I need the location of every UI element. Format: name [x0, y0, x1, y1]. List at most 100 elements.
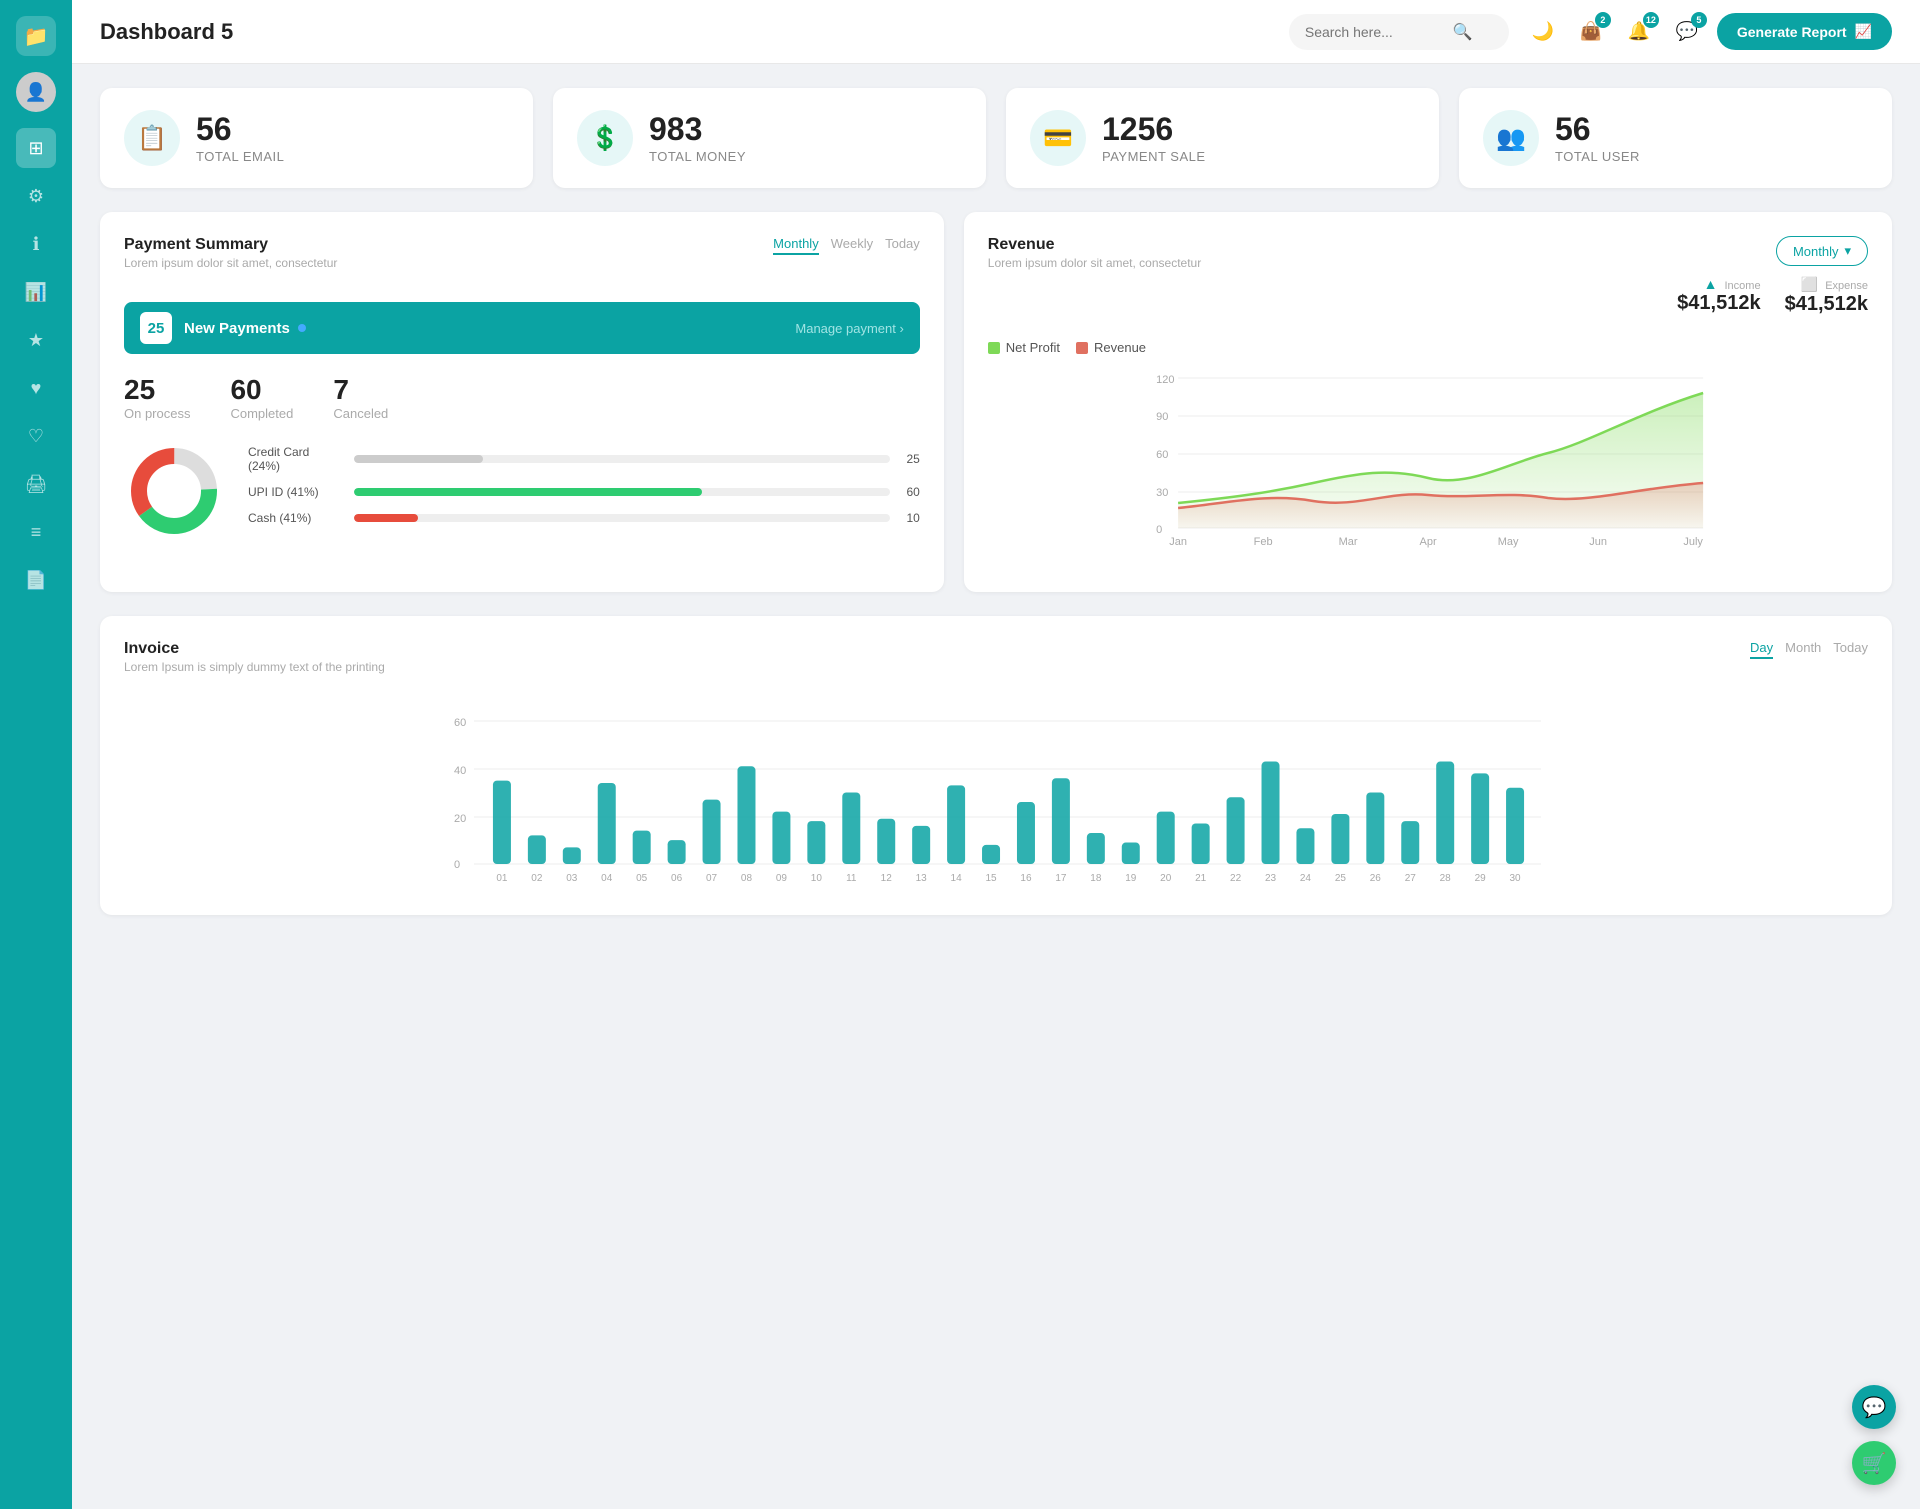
- moon-icon-btn[interactable]: 🌙: [1525, 14, 1561, 50]
- svg-text:Jun: Jun: [1589, 536, 1607, 548]
- total-user-label: TOTAL USER: [1555, 149, 1640, 164]
- manage-payment-link[interactable]: Manage payment ›: [795, 321, 903, 336]
- svg-text:28: 28: [1440, 873, 1452, 884]
- bar-chart-icon: 📈: [1855, 23, 1872, 40]
- sidebar: 📁 👤 ⊞ ⚙ ℹ 📊 ★ ♥ ♡ 🖨 ≡ 📄: [0, 0, 72, 1509]
- svg-text:15: 15: [985, 873, 997, 884]
- sidebar-item-chart[interactable]: 📊: [16, 272, 56, 312]
- svg-text:18: 18: [1090, 873, 1102, 884]
- stat-cards-grid: 📋 56 TOTAL EMAIL 💲 983 TOTAL MONEY 💳 125…: [100, 88, 1892, 188]
- support-fab[interactable]: 💬: [1852, 1385, 1896, 1429]
- sidebar-item-dashboard[interactable]: ⊞: [16, 128, 56, 168]
- stat-card-email: 📋 56 TOTAL EMAIL: [100, 88, 533, 188]
- expense-icon: ⬜: [1801, 276, 1818, 292]
- svg-text:20: 20: [454, 813, 466, 825]
- sidebar-item-heart1[interactable]: ♥: [16, 368, 56, 408]
- progress-row-cash: Cash (41%) 10: [248, 511, 920, 525]
- cart-fab[interactable]: 🛒: [1852, 1441, 1896, 1485]
- tab-today[interactable]: Today: [885, 236, 920, 255]
- canceled-label: Canceled: [333, 406, 388, 421]
- total-user-value: 56: [1555, 112, 1640, 147]
- invoice-tab-day[interactable]: Day: [1750, 640, 1773, 659]
- tab-monthly[interactable]: Monthly: [773, 236, 819, 255]
- invoice-tab-month[interactable]: Month: [1785, 640, 1821, 659]
- svg-text:06: 06: [671, 873, 683, 884]
- search-input[interactable]: [1305, 24, 1445, 40]
- expense-value: $41,512k: [1785, 293, 1868, 316]
- svg-text:90: 90: [1156, 411, 1168, 423]
- svg-text:30: 30: [1510, 873, 1522, 884]
- upi-val: 60: [900, 485, 920, 499]
- income-value: $41,512k: [1677, 292, 1760, 315]
- header-icons: 🌙 👜 2 🔔 12 💬 5 Generate Report 📈: [1525, 13, 1892, 50]
- mid-row: Payment Summary Lorem ipsum dolor sit am…: [100, 212, 1892, 592]
- sidebar-item-settings[interactable]: ⚙: [16, 176, 56, 216]
- progress-row-credit: Credit Card (24%) 25: [248, 445, 920, 473]
- invoice-tabs: Day Month Today: [1750, 640, 1868, 659]
- search-bar[interactable]: 🔍: [1289, 14, 1509, 50]
- search-icon: 🔍: [1453, 22, 1473, 42]
- svg-text:30: 30: [1156, 487, 1168, 499]
- svg-text:21: 21: [1195, 873, 1207, 884]
- total-money-value: 983: [649, 112, 746, 147]
- svg-text:60: 60: [454, 717, 466, 729]
- svg-text:05: 05: [636, 873, 648, 884]
- svg-text:22: 22: [1230, 873, 1242, 884]
- svg-text:23: 23: [1265, 873, 1277, 884]
- revenue-monthly-btn[interactable]: Monthly ▾: [1776, 236, 1868, 266]
- svg-text:Feb: Feb: [1253, 536, 1272, 548]
- sidebar-item-print[interactable]: 🖨: [16, 464, 56, 504]
- money-icon: 💲: [577, 110, 633, 166]
- income-icon: ▲: [1704, 276, 1718, 292]
- chevron-down-icon: ▾: [1844, 243, 1851, 259]
- new-payments-bar: 25 New Payments Manage payment ›: [124, 302, 920, 354]
- tab-weekly[interactable]: Weekly: [831, 236, 873, 255]
- sidebar-item-doc[interactable]: 📄: [16, 560, 56, 600]
- payment-detail: Credit Card (24%) 25 UPI ID (41%) 60: [124, 441, 920, 541]
- upi-fill: [354, 488, 702, 496]
- payment-summary-title: Payment Summary: [124, 236, 337, 254]
- sidebar-item-star[interactable]: ★: [16, 320, 56, 360]
- generate-report-button[interactable]: Generate Report 📈: [1717, 13, 1892, 50]
- svg-text:08: 08: [741, 873, 753, 884]
- svg-text:Jan: Jan: [1169, 536, 1187, 548]
- bell-icon-btn[interactable]: 🔔 12: [1621, 14, 1657, 50]
- svg-text:26: 26: [1370, 873, 1382, 884]
- expense-amount: ⬜ Expense $41,512k: [1785, 276, 1868, 316]
- sidebar-item-heart2[interactable]: ♡: [16, 416, 56, 456]
- net-profit-dot: [988, 342, 1000, 354]
- main-content: Dashboard 5 🔍 🌙 👜 2 🔔 12 💬 5 Generate Re…: [72, 0, 1920, 1509]
- svg-text:May: May: [1498, 536, 1519, 548]
- svg-text:12: 12: [881, 873, 893, 884]
- completed-label: Completed: [230, 406, 293, 421]
- donut-chart: [124, 441, 224, 541]
- income-amount: ▲ Income $41,512k: [1677, 276, 1760, 316]
- revenue-chart: 120 90 60 30 0: [988, 363, 1868, 568]
- svg-text:120: 120: [1156, 374, 1174, 386]
- svg-text:01: 01: [496, 873, 508, 884]
- new-payments-count: 25: [140, 312, 172, 344]
- upi-label: UPI ID (41%): [248, 485, 344, 499]
- total-money-label: TOTAL MONEY: [649, 149, 746, 164]
- user-avatar[interactable]: 👤: [16, 72, 56, 112]
- svg-text:13: 13: [916, 873, 928, 884]
- wallet-badge: 2: [1595, 12, 1611, 28]
- svg-text:July: July: [1683, 536, 1703, 548]
- payment-summary-subtitle: Lorem ipsum dolor sit amet, consectetur: [124, 256, 337, 270]
- svg-text:60: 60: [1156, 449, 1168, 461]
- invoice-tab-today[interactable]: Today: [1833, 640, 1868, 659]
- svg-text:17: 17: [1055, 873, 1067, 884]
- invoice-card: Invoice Lorem Ipsum is simply dummy text…: [100, 616, 1892, 915]
- svg-text:29: 29: [1475, 873, 1487, 884]
- svg-text:25: 25: [1335, 873, 1347, 884]
- sidebar-item-list[interactable]: ≡: [16, 512, 56, 552]
- on-process-value: 25: [124, 374, 190, 406]
- wallet-icon-btn[interactable]: 👜 2: [1573, 14, 1609, 50]
- chat-icon-btn[interactable]: 💬 5: [1669, 14, 1705, 50]
- on-process-stat: 25 On process: [124, 374, 190, 421]
- canceled-stat: 7 Canceled: [333, 374, 388, 421]
- svg-text:Mar: Mar: [1338, 536, 1357, 548]
- invoice-subtitle: Lorem Ipsum is simply dummy text of the …: [124, 660, 385, 674]
- sidebar-item-info[interactable]: ℹ: [16, 224, 56, 264]
- chat-badge: 5: [1691, 12, 1707, 28]
